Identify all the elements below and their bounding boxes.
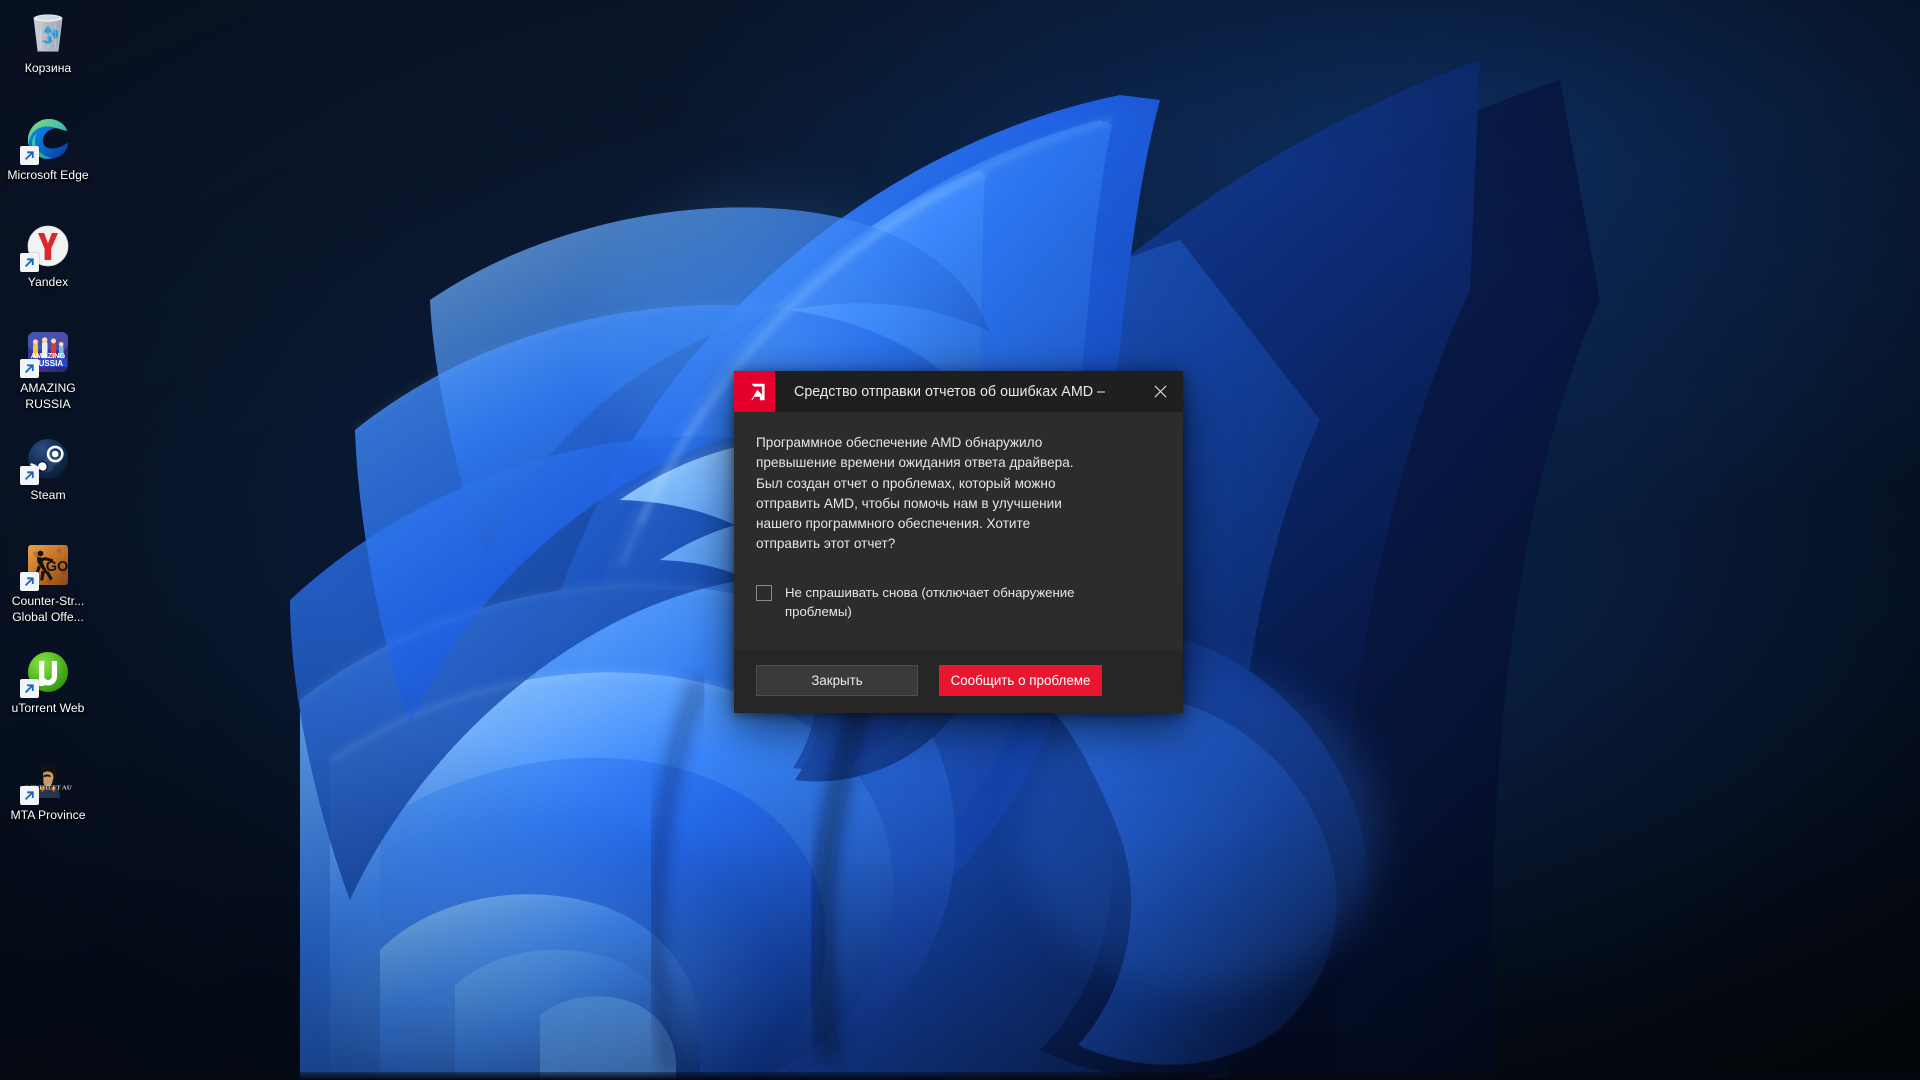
shortcut-arrow-icon xyxy=(20,786,39,805)
close-icon[interactable] xyxy=(1137,371,1183,412)
shortcut-arrow-icon xyxy=(20,253,39,272)
dialog-message-text: Программное обеспечение AMD обнаружило п… xyxy=(756,435,1074,552)
desktop-icon-label: Корзина xyxy=(24,61,72,75)
yandex-browser-icon xyxy=(20,222,72,272)
desktop-icon-utorrent-web[interactable]: uTorrent Web xyxy=(0,648,96,717)
desktop-icon-label: AMAZING RUSSIA xyxy=(20,381,76,411)
close-button[interactable]: Закрыть xyxy=(756,664,918,696)
amd-logo-icon xyxy=(734,371,775,412)
dialog-titlebar[interactable]: Средство отправки отчетов об ошибках AMD… xyxy=(734,371,1183,412)
shortcut-arrow-icon xyxy=(20,572,39,591)
counter-strike-go-icon: GO xyxy=(20,541,72,591)
desktop-icon-label: Microsoft Edge xyxy=(7,168,89,182)
desktop-icon-yandex[interactable]: Yandex xyxy=(0,222,96,291)
microsoft-edge-icon xyxy=(20,115,72,165)
recycle-bin-icon xyxy=(24,8,72,56)
desktop-screen: Корзина Microsoft Edge Yandex AMAZING RU… xyxy=(0,0,1920,1080)
desktop-icon-label: Yandex xyxy=(27,275,69,289)
amd-bug-report-dialog[interactable]: Средство отправки отчетов об ошибках AMD… xyxy=(734,371,1183,713)
dont-ask-again-row[interactable]: Не спрашивать снова (отключает обнаружен… xyxy=(756,583,1161,649)
desktop-icon-counter-strike-go[interactable]: GO Counter-Str... Global Offe... xyxy=(0,541,96,625)
desktop-icon-amazing-russia[interactable]: AMAZING RUSSIA AMAZING RUSSIA xyxy=(0,328,96,412)
desktop-icon-label: uTorrent Web xyxy=(11,701,85,715)
shortcut-arrow-icon xyxy=(20,359,39,378)
report-problem-button[interactable]: Сообщить о проблеме xyxy=(939,664,1102,696)
mta-province-icon: MULTI THEFT AUTO xyxy=(20,755,72,805)
amazing-russia-icon: AMAZING RUSSIA xyxy=(20,328,72,378)
dont-ask-again-label: Не спрашивать снова (отключает обнаружен… xyxy=(785,584,1075,619)
shortcut-arrow-icon xyxy=(20,466,39,485)
shortcut-arrow-icon xyxy=(20,146,39,165)
svg-text:GO: GO xyxy=(46,559,69,575)
desktop-icon-microsoft-edge[interactable]: Microsoft Edge xyxy=(0,115,96,184)
desktop-icon-steam[interactable]: Steam xyxy=(0,435,96,504)
desktop-icon-label: MTA Province xyxy=(10,808,86,822)
dont-ask-again-checkbox[interactable] xyxy=(756,584,772,601)
dialog-footer: Закрыть Сообщить о проблеме xyxy=(734,648,1183,713)
desktop-icon-label: Steam xyxy=(30,488,66,502)
desktop-icon-label: Counter-Str... Global Offe... xyxy=(11,594,85,624)
desktop-icon-mta-province[interactable]: MULTI THEFT AUTO MTA Province xyxy=(0,755,96,824)
dialog-title: Средство отправки отчетов об ошибках AMD… xyxy=(794,383,1106,400)
bottom-edge-strip xyxy=(0,1072,1920,1080)
utorrent-web-icon xyxy=(20,648,72,698)
dialog-body: Программное обеспечение AMD обнаружило п… xyxy=(734,412,1183,649)
steam-icon xyxy=(20,435,72,485)
desktop-icon-recycle-bin[interactable]: Корзина xyxy=(0,8,96,77)
shortcut-arrow-icon xyxy=(20,679,39,698)
